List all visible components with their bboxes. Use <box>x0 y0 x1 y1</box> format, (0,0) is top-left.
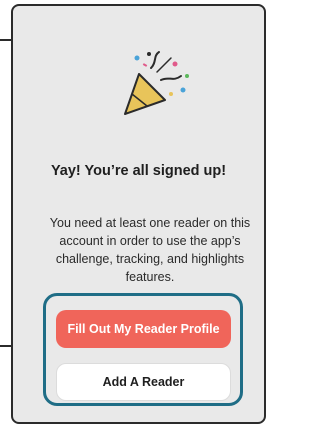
page-title: Yay! You’re all signed up! <box>50 163 227 179</box>
party-popper-icon <box>117 46 197 126</box>
add-reader-button[interactable]: Add A Reader <box>56 363 231 401</box>
fill-out-reader-profile-button[interactable]: Fill Out My Reader Profile <box>56 310 231 348</box>
info-message: You need at least one reader on this acc… <box>49 216 251 284</box>
